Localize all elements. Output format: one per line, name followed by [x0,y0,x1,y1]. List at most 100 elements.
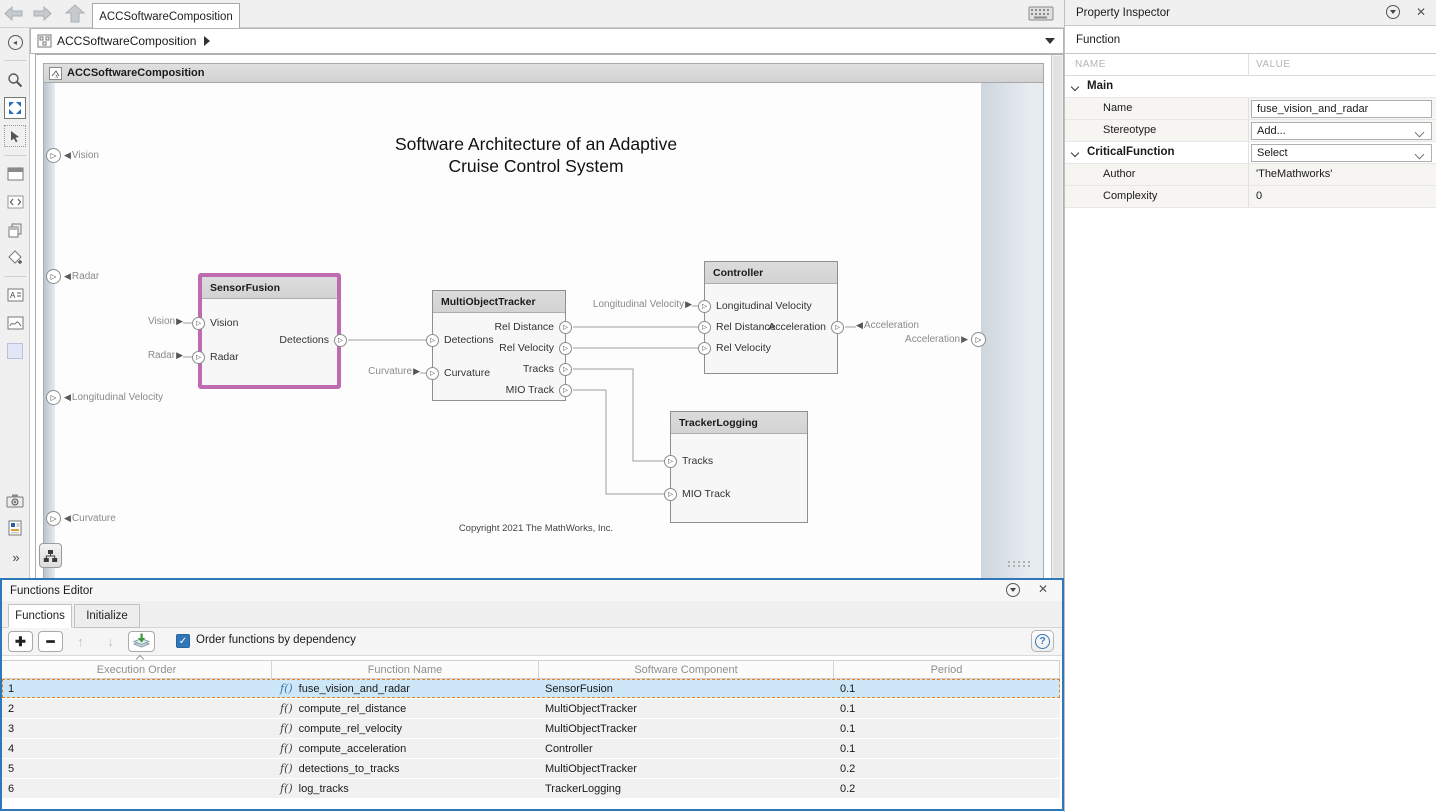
remove-function-button[interactable]: ━ [38,631,63,652]
image-icon[interactable] [4,312,26,334]
keyboard-icon[interactable] [1028,6,1054,21]
output-port-icon[interactable] [559,342,572,355]
function-row-2[interactable]: 2 compute_rel_distance MultiObjectTracke… [2,699,1060,718]
move-down-button[interactable]: ↓ [98,631,123,652]
output-port-icon[interactable] [559,363,572,376]
output-port-icon[interactable] [559,384,572,397]
port-mot-detections[interactable]: Detections [426,333,494,347]
function-row-4[interactable]: 4 compute_acceleration Controller 0.1 [2,739,1060,758]
input-port-icon[interactable] [192,317,205,330]
output-port-icon[interactable] [559,321,572,334]
tab-initialize[interactable]: Initialize [74,604,140,628]
back-icon[interactable] [4,6,26,22]
tab-accsoftwarecomposition[interactable]: ACCSoftwareComposition [92,3,240,29]
boundary-port-longitudinal-velocity[interactable] [46,390,61,405]
boundary-port-radar[interactable] [46,269,61,284]
signal-label-acceleration[interactable]: Acceleration [856,320,919,331]
port-controller-rel-distance[interactable]: Rel Distance [698,320,776,334]
function-row-5[interactable]: 5 detections_to_tracks MultiObjectTracke… [2,759,1060,778]
close-icon[interactable]: ✕ [1416,5,1426,19]
close-icon[interactable]: ✕ [1038,582,1048,596]
input-port-icon[interactable] [426,334,439,347]
code-view-icon[interactable] [4,191,26,213]
panel-menu-icon[interactable] [1386,5,1400,19]
signal-label-curvature[interactable]: Curvature [350,366,420,377]
expand-more-icon[interactable]: » [4,546,26,568]
panel-grip[interactable] [1008,561,1034,564]
complexity-value[interactable]: 0 [1256,190,1262,202]
update-diagram-button[interactable] [128,631,155,652]
tab-functions[interactable]: Functions [8,604,72,628]
stereotype-dropdown[interactable]: Add... [1251,122,1432,140]
column-period[interactable]: Period [834,661,1060,678]
output-port-icon[interactable] [334,334,347,347]
viewport-icon[interactable] [4,163,26,185]
boundary-port-acceleration[interactable] [971,332,986,347]
move-up-button[interactable]: ↑ [68,631,93,652]
boundary-port-curvature[interactable] [46,511,61,526]
port-sensorfusion-detections[interactable]: Detections [279,333,347,347]
forward-icon[interactable] [32,6,54,22]
block-trackerlogging[interactable]: TrackerLogging Tracks MIO Track [670,411,808,523]
block-controller[interactable]: Controller Longitudinal Velocity Rel Dis… [704,261,838,374]
block-trackerlogging-header[interactable]: TrackerLogging [671,412,807,434]
help-button[interactable]: ? [1031,630,1054,652]
function-row-1[interactable]: 1 fuse_vision_and_radar SensorFusion 0.1 [2,679,1060,698]
block-controller-header[interactable]: Controller [705,262,837,284]
port-controller-rel-velocity[interactable]: Rel Velocity [698,341,771,355]
function-row-3[interactable]: 3 compute_rel_velocity MultiObjectTracke… [2,719,1060,738]
input-port-icon[interactable] [664,488,677,501]
group-row-main[interactable]: Main [1065,76,1436,98]
add-stereotype-icon[interactable] [4,246,26,268]
column-software-component[interactable]: Software Component [539,661,834,678]
breadcrumb[interactable]: ACCSoftwareComposition [30,28,1064,54]
input-port-icon[interactable] [664,455,677,468]
report-icon[interactable] [4,517,26,539]
block-multiobjecttracker[interactable]: MultiObjectTracker Detections Curvature … [432,290,566,401]
port-tl-mio-track[interactable]: MIO Track [664,487,730,501]
breadcrumb-root[interactable]: ACCSoftwareComposition [57,34,196,48]
select-region-icon[interactable] [4,125,26,147]
up-icon[interactable] [64,4,86,20]
block-sensorfusion-header[interactable]: SensorFusion [202,277,337,299]
signal-label-radar[interactable]: Radar [123,350,183,361]
collapse-icon[interactable] [1071,149,1079,157]
input-port-icon[interactable] [698,300,711,313]
port-controller-longitudinal-velocity[interactable]: Longitudinal Velocity [698,299,812,313]
hierarchy-button[interactable] [39,543,62,568]
port-mot-tracks[interactable]: Tracks [523,362,572,376]
boundary-port-vision[interactable] [46,148,61,163]
port-mot-mio-track[interactable]: MIO Track [506,383,572,397]
function-row-6[interactable]: 6 log_tracks TrackerLogging 0.2 [2,779,1060,798]
area-icon[interactable] [4,340,26,362]
column-execution-order[interactable]: Execution Order [2,661,272,678]
order-dependency-checkbox[interactable] [176,634,190,648]
port-mot-rel-velocity[interactable]: Rel Velocity [499,341,572,355]
column-function-name[interactable]: Function Name [272,661,539,678]
input-port-icon[interactable] [426,367,439,380]
block-multiobjecttracker-header[interactable]: MultiObjectTracker [433,291,565,313]
port-sensorfusion-vision[interactable]: Vision [192,316,238,330]
breadcrumb-expand-icon[interactable] [204,36,210,46]
group-row-criticalfunction[interactable]: CriticalFunction Select [1065,142,1436,164]
input-port-icon[interactable] [698,321,711,334]
diagram-canvas[interactable]: x ACCSoftwareComposition Software Archi [35,54,1064,580]
block-sensorfusion[interactable]: SensorFusion Vision Radar Detections [198,273,341,389]
screenshot-icon[interactable] [4,489,26,511]
output-port-icon[interactable] [831,321,844,334]
author-value[interactable]: 'TheMathworks' [1256,168,1332,180]
zoom-region-icon[interactable] [4,69,26,91]
port-tl-tracks[interactable]: Tracks [664,454,713,468]
explorer-bar-icon[interactable]: ◂ [4,31,26,53]
name-value-field[interactable]: fuse_vision_and_radar [1251,100,1432,118]
annotation-icon[interactable]: A [4,284,26,306]
signal-label-longitudinal-velocity[interactable]: Longitudinal Velocity [582,299,692,310]
panel-menu-icon[interactable] [1006,583,1020,597]
add-function-button[interactable]: ✚ [8,631,33,652]
signal-label-vision[interactable]: Vision [123,316,183,327]
fit-to-view-icon[interactable] [4,97,26,119]
input-port-icon[interactable] [192,351,205,364]
port-mot-rel-distance[interactable]: Rel Distance [494,320,572,334]
criticalfunction-dropdown[interactable]: Select [1251,144,1432,162]
input-port-icon[interactable] [698,342,711,355]
